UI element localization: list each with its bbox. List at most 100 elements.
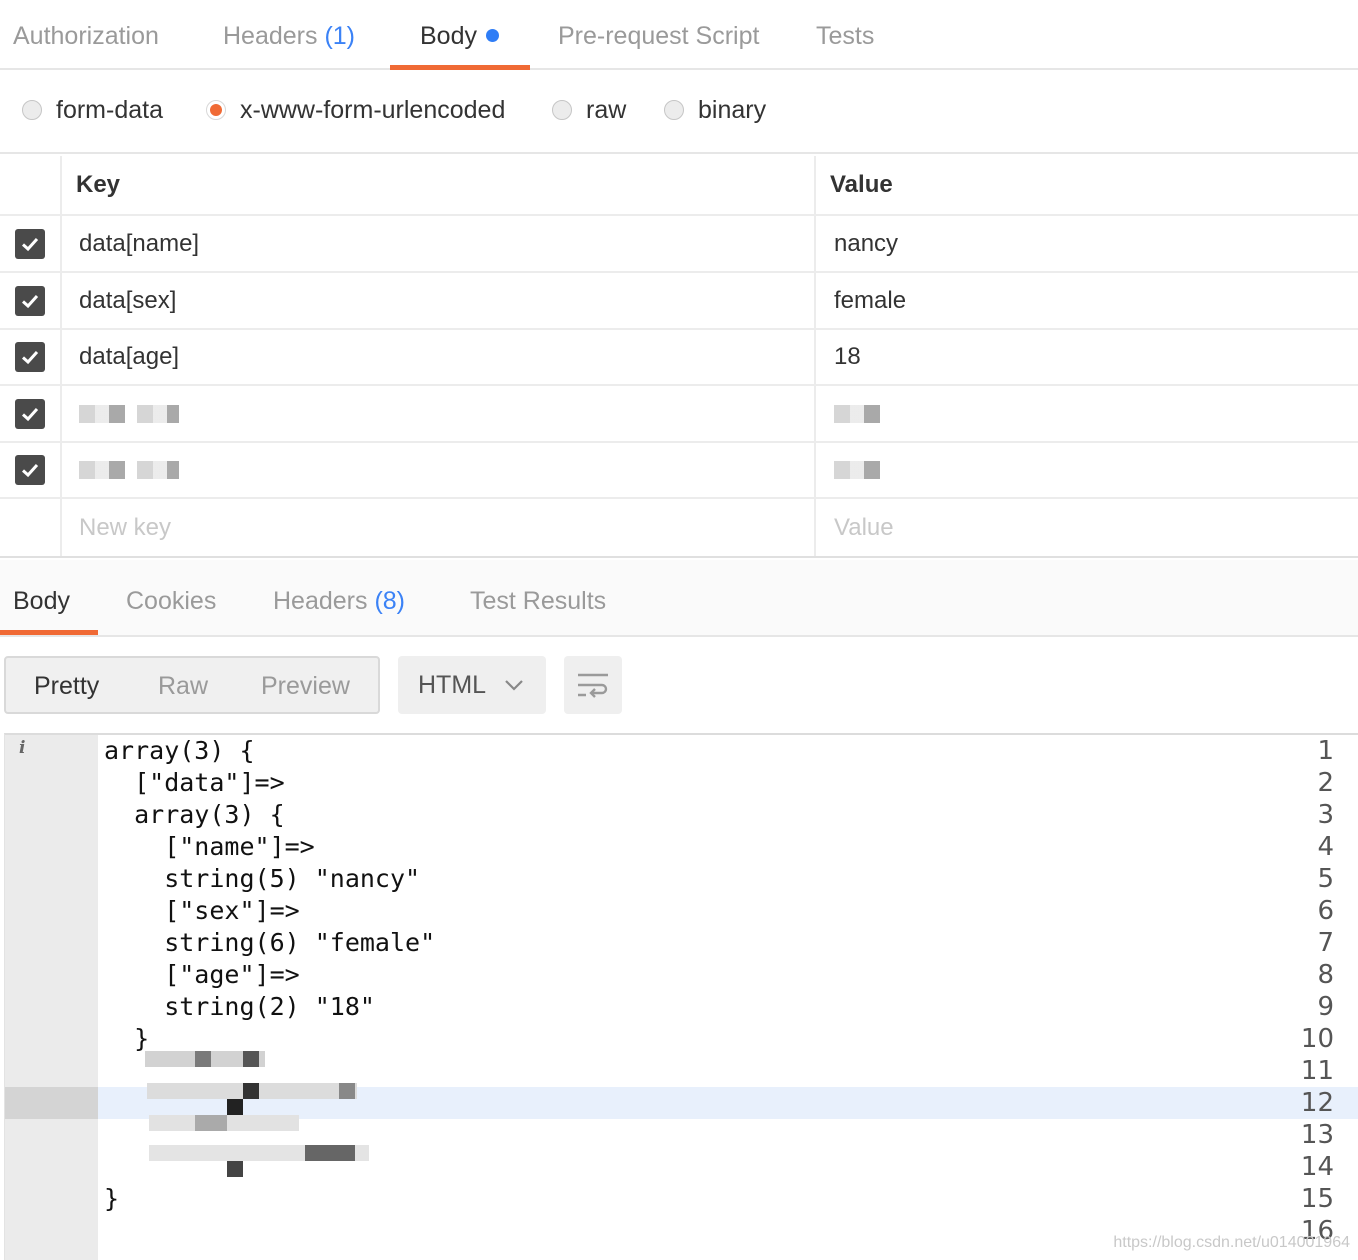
radio-label: form-data xyxy=(56,95,163,124)
redacted-mosaic xyxy=(834,404,882,423)
key-field[interactable]: data[age] xyxy=(64,330,816,384)
radio-selected-icon xyxy=(206,100,226,120)
line-number: 13 xyxy=(1300,1120,1334,1150)
tab-label: Headers xyxy=(273,587,368,615)
checkmark-icon xyxy=(21,237,39,251)
row-checkbox[interactable] xyxy=(15,398,45,429)
body-type-selector: form-data x-www-form-urlencoded raw bina… xyxy=(0,72,1358,154)
key-field-redacted[interactable] xyxy=(64,386,816,441)
key-field-redacted[interactable] xyxy=(64,443,816,497)
value-field[interactable]: nancy xyxy=(818,216,1358,271)
preview-button[interactable]: Preview xyxy=(261,658,350,712)
wrap-lines-button[interactable] xyxy=(564,656,622,714)
watermark: https://blog.csdn.net/u014001964 xyxy=(1113,1234,1350,1251)
line-number: 6 xyxy=(1317,896,1334,926)
value-field[interactable]: 18 xyxy=(818,330,1358,384)
row-checkbox[interactable] xyxy=(15,342,45,372)
row-checkbox-cell xyxy=(0,443,62,497)
radio-x-www-form-urlencoded[interactable]: x-www-form-urlencoded xyxy=(206,94,505,126)
code-line: string(5) "nancy" xyxy=(104,864,421,893)
new-value-input[interactable]: Value xyxy=(818,499,1358,556)
table-header: Key Value xyxy=(0,156,1358,216)
radio-circle-icon xyxy=(22,100,42,120)
tab-count-badge: (8) xyxy=(374,587,406,615)
code-line: } xyxy=(104,1024,150,1053)
line-number: 15 xyxy=(1300,1184,1334,1214)
line-number: 14 xyxy=(1300,1152,1334,1182)
value-column-header: Value xyxy=(830,171,893,198)
view-mode-selector: Pretty Raw Preview xyxy=(4,656,380,714)
key-field[interactable]: data[name] xyxy=(64,216,816,271)
line-number: 7 xyxy=(1317,928,1334,958)
code-line: ["data"]=> xyxy=(104,768,285,797)
chevron-down-icon xyxy=(505,680,523,691)
key-field[interactable]: data[sex] xyxy=(64,273,816,328)
code-line: array(3) { xyxy=(104,800,285,829)
tab-pre-request-script[interactable]: Pre-request Script xyxy=(558,0,759,70)
table-row: data[name] nancy xyxy=(0,216,1358,273)
radio-label: x-www-form-urlencoded xyxy=(240,95,506,124)
radio-label: raw xyxy=(586,95,627,124)
params-table: Key Value data[name] nancy data[sex] fem… xyxy=(0,156,1358,558)
line-number: 12 xyxy=(1300,1088,1334,1118)
header-checkbox-cell xyxy=(0,156,62,214)
row-checkbox-cell xyxy=(0,499,62,556)
radio-form-data[interactable]: form-data xyxy=(22,94,163,126)
redacted-mosaic xyxy=(834,461,882,479)
checkmark-icon xyxy=(21,350,39,365)
row-checkbox-cell xyxy=(0,273,62,328)
tab-response-headers[interactable]: Headers (8) xyxy=(273,560,405,637)
tab-label: Authorization xyxy=(13,22,159,50)
code-line: string(6) "female" xyxy=(104,928,436,957)
pretty-button[interactable]: Pretty xyxy=(34,658,99,712)
response-code-editor[interactable]: i 1 2 3 4 5 6 7 8 9 10 11 12 13 14 15 16 array(3) { ["d… xyxy=(4,733,1358,1260)
tab-label: Body xyxy=(420,22,477,50)
code-line: ["sex"]=> xyxy=(104,896,300,925)
row-checkbox-cell xyxy=(0,386,62,441)
table-row: data[sex] female xyxy=(0,273,1358,330)
line-number: 5 xyxy=(1317,864,1334,894)
checkmark-icon xyxy=(21,463,39,478)
active-line-gutter xyxy=(5,1087,98,1119)
line-number: 10 xyxy=(1300,1024,1334,1054)
value-field-redacted[interactable] xyxy=(818,386,1358,441)
line-number: 8 xyxy=(1317,960,1334,990)
line-number: 2 xyxy=(1317,768,1334,798)
info-icon: i xyxy=(19,738,26,758)
tab-response-body[interactable]: Body xyxy=(13,560,70,637)
row-checkbox[interactable] xyxy=(15,455,45,485)
wrap-lines-icon xyxy=(578,673,608,698)
line-number: 4 xyxy=(1317,832,1334,862)
redacted-mosaic xyxy=(79,461,179,479)
checkmark-icon xyxy=(21,294,39,308)
radio-circle-icon xyxy=(552,100,572,120)
checkmark-icon xyxy=(21,407,39,421)
value-field-redacted[interactable] xyxy=(818,443,1358,497)
value-field[interactable]: female xyxy=(818,273,1358,328)
tab-cookies[interactable]: Cookies xyxy=(126,560,216,637)
radio-binary[interactable]: binary xyxy=(664,94,766,126)
row-checkbox[interactable] xyxy=(15,228,45,259)
language-dropdown[interactable]: HTML xyxy=(398,656,546,714)
tab-authorization[interactable]: Authorization xyxy=(13,0,159,70)
modified-dot-icon xyxy=(485,28,499,42)
new-row: New key Value xyxy=(0,499,1358,556)
redacted-mosaic xyxy=(79,404,179,423)
row-checkbox-cell xyxy=(0,330,62,384)
tab-tests[interactable]: Tests xyxy=(816,0,874,70)
tab-test-results[interactable]: Test Results xyxy=(470,560,606,637)
radio-circle-icon xyxy=(664,100,684,120)
radio-raw[interactable]: raw xyxy=(552,94,626,126)
language-label: HTML xyxy=(418,670,487,699)
tab-label: Tests xyxy=(816,22,875,50)
tab-body[interactable]: Body xyxy=(420,0,499,70)
row-checkbox[interactable] xyxy=(15,285,45,316)
table-row-redacted xyxy=(0,386,1358,443)
line-number: 3 xyxy=(1317,800,1334,830)
tab-headers[interactable]: Headers (1) xyxy=(223,0,355,70)
code-line: ["age"]=> xyxy=(104,960,300,989)
response-tabs: Body Cookies Headers (8) Test Results xyxy=(0,560,1358,637)
new-key-input[interactable]: New key xyxy=(64,499,816,556)
raw-button[interactable]: Raw xyxy=(158,658,208,712)
tab-label: Body xyxy=(13,587,70,615)
